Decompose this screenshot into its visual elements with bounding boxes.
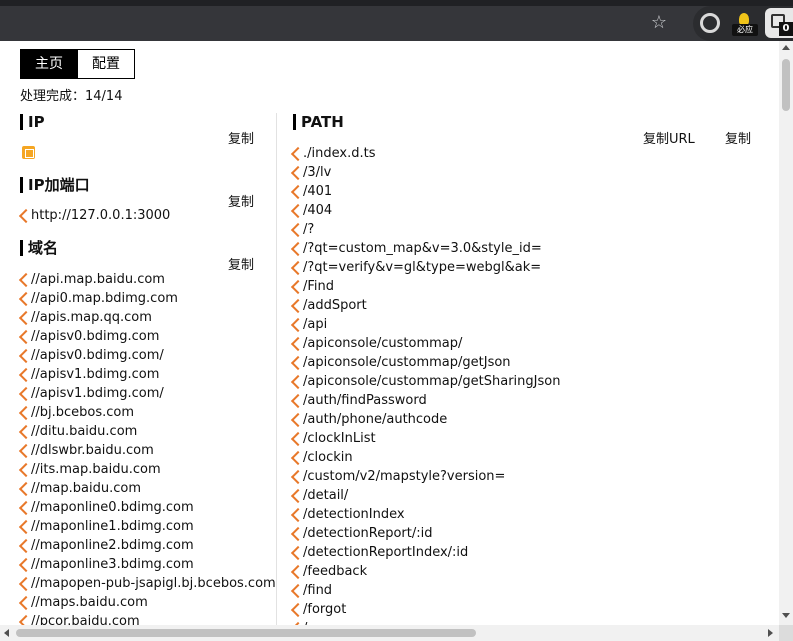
path-item[interactable]: /404 [291, 201, 332, 220]
path-item[interactable]: /?qt=custom_map&v=3.0&style_id= [291, 239, 542, 258]
domain-item[interactable]: //mapopen-pub-jsapigl.bj.bcebos.com [19, 574, 276, 593]
domain-item[interactable]: //bj.bcebos.com [19, 403, 134, 422]
scrollbar-corner [779, 625, 793, 641]
path-item[interactable]: /forgot [291, 600, 346, 619]
domain-item[interactable]: //apisv1.bdimg.com/ [19, 384, 164, 403]
copy-path-button[interactable]: 复制 [725, 131, 751, 149]
domain-item[interactable]: //apisv0.bdimg.com [19, 327, 159, 346]
horizontal-scroll-thumb[interactable] [16, 629, 476, 637]
record-icon[interactable] [700, 13, 720, 33]
path-item[interactable]: ./index.d.ts [291, 144, 375, 163]
path-item[interactable]: /clockin [291, 448, 353, 467]
section-title-ip: IP [20, 112, 45, 132]
scroll-left-arrow-icon[interactable] [4, 629, 9, 637]
domain-item[interactable]: //maponline3.bdimg.com [19, 555, 194, 574]
scroll-right-arrow-icon[interactable] [768, 629, 773, 637]
copy-ip-port-button[interactable]: 复制 [228, 194, 254, 212]
tab-home[interactable]: 主页 [21, 50, 77, 78]
domain-item[interactable]: //map.baidu.com [19, 479, 141, 498]
progress-status: 处理完成：14/14 [20, 89, 123, 104]
domain-item[interactable]: //ditu.baidu.com [19, 422, 137, 441]
path-item[interactable]: /detail/ [291, 486, 348, 505]
biying-extension-label: 必应 [732, 24, 758, 36]
scroll-up-arrow-icon[interactable] [782, 45, 790, 50]
column-divider [276, 113, 277, 625]
path-item[interactable]: /addSport [291, 296, 367, 315]
vertical-scrollbar[interactable] [779, 41, 793, 625]
path-item[interactable]: /clockInList [291, 429, 376, 448]
path-item[interactable]: /api [291, 315, 327, 334]
path-item[interactable]: /find [291, 581, 332, 600]
domain-item[interactable]: //its.map.baidu.com [19, 460, 161, 479]
copy-url-button[interactable]: 复制URL [643, 131, 695, 149]
popup-page: 主页 配置 处理完成：14/14 IP 复制 IP加端口 复制 http://1… [0, 41, 779, 625]
vertical-scroll-thumb[interactable] [782, 59, 790, 111]
domain-item[interactable]: //apis.map.qq.com [19, 308, 152, 327]
path-item[interactable]: /? [291, 220, 314, 239]
path-item[interactable]: /401 [291, 182, 332, 201]
section-title-ip-port: IP加端口 [20, 175, 90, 195]
ip-empty-icon [22, 146, 35, 159]
path-item[interactable]: /apiconsole/custommap/getJson [291, 353, 511, 372]
domain-item[interactable]: //maponline2.bdimg.com [19, 536, 194, 555]
bookmark-star-icon[interactable]: ☆ [648, 12, 670, 34]
path-item[interactable]: /detectionReportIndex/:id [291, 543, 468, 562]
section-title-domain: 域名 [20, 238, 58, 258]
path-item[interactable]: /detectionReport/:id [291, 524, 433, 543]
copy-ip-button[interactable]: 复制 [228, 131, 254, 149]
path-item[interactable]: /custom/v2/mapstyle?version= [291, 467, 505, 486]
path-item[interactable]: /auth/findPassword [291, 391, 427, 410]
domain-item[interactable]: //maponline1.bdimg.com [19, 517, 194, 536]
section-title-path: PATH [293, 112, 344, 132]
domain-item[interactable]: //apisv1.bdimg.com [19, 365, 159, 384]
copy-domain-button[interactable]: 复制 [228, 257, 254, 275]
address-bar-end [0, 6, 683, 41]
domain-item[interactable]: //maps.baidu.com [19, 593, 148, 612]
path-item[interactable]: /apiconsole/custommap/ [291, 334, 462, 353]
path-item[interactable]: /3/lv [291, 163, 331, 182]
path-item[interactable]: /Find [291, 277, 334, 296]
domain-item[interactable]: //maponline0.bdimg.com [19, 498, 194, 517]
path-item[interactable]: /?qt=verify&v=gl&type=webgl&ak= [291, 258, 541, 277]
path-item[interactable]: /apiconsole/custommap/getSharingJson [291, 372, 560, 391]
tab-config[interactable]: 配置 [77, 50, 134, 78]
ip-port-item[interactable]: http://127.0.0.1:3000 [19, 206, 170, 225]
domain-item[interactable]: //dlswbr.baidu.com [19, 441, 154, 460]
horizontal-scrollbar[interactable] [0, 625, 779, 641]
path-item[interactable]: /feedback [291, 562, 367, 581]
path-item[interactable]: /auth/phone/authcode [291, 410, 447, 429]
path-item[interactable]: /detectionIndex [291, 505, 405, 524]
browser-toolbar: ☆ 必应 0 [0, 0, 793, 41]
scroll-down-arrow-icon[interactable] [782, 613, 790, 618]
domain-item[interactable]: //pcor.baidu.com [19, 612, 140, 625]
domain-item[interactable]: //api.map.baidu.com [19, 270, 165, 289]
tab-bar: 主页 配置 [20, 49, 135, 79]
extension-badge: 0 [779, 22, 793, 36]
domain-item[interactable]: //api0.map.bdimg.com [19, 289, 178, 308]
domain-item[interactable]: //apisv0.bdimg.com/ [19, 346, 164, 365]
